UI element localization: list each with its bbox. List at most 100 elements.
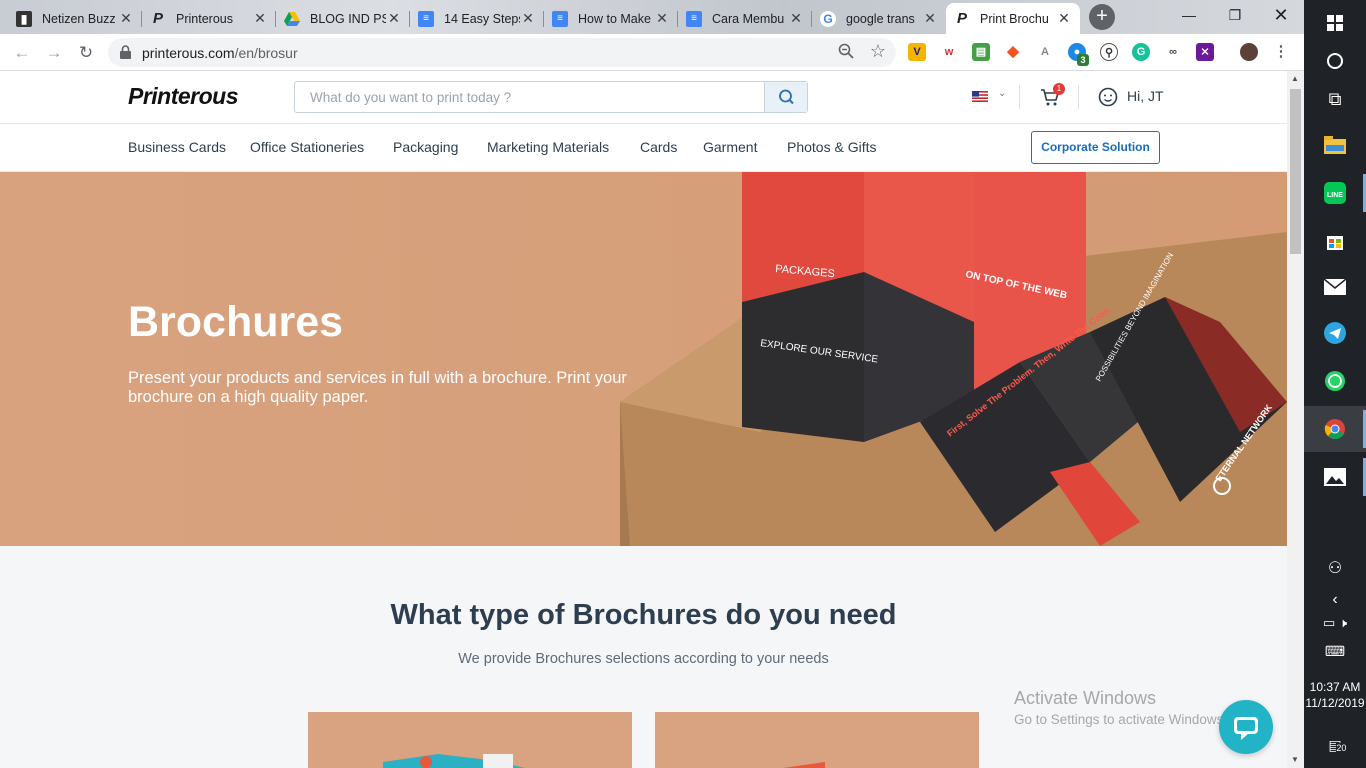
tab-title: google trans (846, 11, 915, 26)
close-tab-icon[interactable]: ✕ (922, 10, 938, 27)
nav-packaging[interactable]: Packaging (393, 139, 458, 155)
file-explorer-icon[interactable] (1304, 122, 1366, 168)
hero-title: Brochures (128, 298, 344, 346)
minimize-button[interactable]: — (1166, 0, 1212, 30)
zoom-icon[interactable] (838, 43, 854, 63)
tab-title: How to Make (578, 11, 651, 26)
tab-printerous[interactable]: P Printerous ✕ (142, 3, 276, 34)
close-tab-icon[interactable]: ✕ (386, 10, 402, 27)
tab-blog-ind[interactable]: BLOG IND PS ✕ (276, 3, 410, 34)
nav-cards[interactable]: Cards (640, 139, 677, 155)
brochure-product-image: PACKAGES EXPLORE OUR SERVICE ON TOP OF T… (620, 172, 1287, 546)
tab-cara-membuat[interactable]: ≡ Cara Membu ✕ (678, 3, 812, 34)
extension-infinity-icon[interactable]: ∞ (1164, 43, 1182, 61)
reload-button[interactable]: ↻ (74, 41, 98, 65)
extension-orange-icon[interactable]: ◆ (1004, 43, 1022, 61)
netizen-icon: ▮ (16, 10, 32, 27)
nav-business-cards[interactable]: Business Cards (128, 139, 226, 155)
back-button[interactable]: ← (10, 41, 34, 65)
new-tab-button[interactable]: + (1089, 4, 1115, 30)
close-tab-icon[interactable]: ✕ (1056, 10, 1072, 27)
chrome-icon[interactable] (1304, 406, 1366, 452)
us-flag-icon[interactable] (972, 91, 988, 102)
brochure-type-card[interactable] (308, 712, 632, 768)
forward-button[interactable]: → (42, 41, 66, 65)
nav-marketing-materials[interactable]: Marketing Materials (487, 139, 609, 155)
tab-title: Cara Membu (712, 11, 785, 26)
notifications-icon[interactable]: ▤ 20 (1304, 722, 1366, 768)
tab-title: 14 Easy Steps (444, 11, 520, 26)
tab-14-easy-steps[interactable]: ≡ 14 Easy Steps ✕ (410, 3, 544, 34)
corporate-solution-button[interactable]: Corporate Solution (1031, 131, 1160, 164)
tab-google-translate[interactable]: G google trans ✕ (812, 3, 946, 34)
close-tab-icon[interactable]: ✕ (520, 10, 536, 27)
close-tab-icon[interactable]: ✕ (788, 10, 804, 27)
taskbar-clock[interactable]: 10:37 AM 11/12/2019 (1304, 679, 1366, 711)
mail-icon[interactable] (1304, 264, 1366, 310)
browser-toolbar: ← → ↻ printerous.com/en/brosur ☆ V w ▤ ◆… (0, 34, 1304, 71)
grammarly-icon[interactable]: G (1132, 43, 1150, 61)
close-tab-icon[interactable]: ✕ (654, 10, 670, 27)
close-tab-icon[interactable]: ✕ (118, 10, 134, 27)
tab-netizen-buzz[interactable]: ▮ Netizen Buzz ✕ (8, 3, 142, 34)
brochure-types-section: What type of Brochures do you need We pr… (0, 546, 1287, 768)
search-box (294, 81, 808, 113)
extension-w-icon[interactable]: w (940, 43, 958, 61)
user-greeting[interactable]: Hi, JT (1127, 88, 1164, 104)
extension-sheets-icon[interactable]: ▤ (972, 43, 990, 61)
whatsapp-icon[interactable] (1304, 358, 1366, 404)
page-scrollbar[interactable]: ▲ ▼ (1287, 71, 1304, 768)
maximize-button[interactable]: ❐ (1212, 0, 1258, 30)
cart-count-badge: 1 (1053, 83, 1065, 95)
nav-photos-gifts[interactable]: Photos & Gifts (787, 139, 876, 155)
chat-button[interactable] (1219, 700, 1273, 754)
extension-purple-icon[interactable]: ⨯ (1196, 43, 1214, 61)
site-header: Printerous ⌄ 1 Hi, JT (0, 71, 1287, 124)
line-app-icon[interactable]: LINE (1304, 170, 1366, 216)
tab-print-brochure[interactable]: P Print Brochu ✕ (946, 3, 1080, 34)
bookmark-star-icon[interactable]: ☆ (870, 41, 886, 62)
brochure-type-card[interactable] (655, 712, 979, 768)
brochure-card-image (783, 762, 825, 768)
activate-windows-watermark: Activate Windows Go to Settings to activ… (1014, 688, 1227, 727)
nav-garment[interactable]: Garment (703, 139, 757, 155)
browser-tab-strip: ▮ Netizen Buzz ✕ P Printerous ✕ BLOG IND… (0, 0, 1304, 34)
close-window-button[interactable]: ✕ (1258, 0, 1304, 30)
keyboard-icon[interactable]: ⌨ (1304, 628, 1366, 674)
nav-office-stationeries[interactable]: Office Stationeries (250, 139, 364, 155)
close-tab-icon[interactable]: ✕ (252, 10, 268, 27)
scroll-up-icon[interactable]: ▲ (1291, 74, 1299, 83)
lock-icon (120, 45, 131, 59)
scrollbar-thumb[interactable] (1290, 89, 1301, 254)
brochure-card-image (383, 754, 526, 768)
scroll-down-icon[interactable]: ▼ (1291, 755, 1299, 764)
user-icon[interactable] (1098, 87, 1118, 107)
microsoft-store-icon[interactable] (1304, 218, 1366, 264)
chevron-down-icon[interactable]: ⌄ (998, 88, 1006, 99)
extension-search-icon[interactable]: ⚲ (1100, 43, 1118, 61)
search-button[interactable] (764, 82, 807, 112)
section-subtitle: We provide Brochures selections accordin… (458, 651, 829, 667)
printerous-logo[interactable]: Printerous (128, 83, 239, 110)
search-input[interactable] (295, 82, 765, 112)
google-icon: G (820, 10, 836, 27)
address-bar[interactable]: printerous.com/en/brosur ☆ (108, 38, 896, 67)
photos-icon[interactable] (1304, 454, 1366, 500)
browser-menu-icon[interactable]: ⋮ (1272, 43, 1290, 61)
divider (1078, 85, 1079, 109)
extension-a-icon[interactable]: A (1036, 43, 1054, 61)
task-view-icon[interactable]: ⧉ (1304, 76, 1366, 122)
section-title: What type of Brochures do you need (390, 599, 897, 631)
profile-avatar[interactable] (1240, 43, 1258, 61)
hero-description: Present your products and services in fu… (128, 369, 627, 406)
url-host: printerous.com (142, 45, 235, 61)
url-text: printerous.com/en/brosur (142, 45, 298, 61)
clock-time: 10:37 AM (1309, 680, 1361, 694)
search-icon (779, 89, 794, 105)
tab-how-to-make[interactable]: ≡ How to Make ✕ (544, 3, 678, 34)
extension-v-icon[interactable]: V (908, 43, 926, 61)
activate-windows-title: Activate Windows (1014, 688, 1157, 708)
printerous-icon: P (956, 10, 967, 27)
telegram-icon[interactable] (1304, 310, 1366, 356)
tab-title: BLOG IND PS (310, 11, 386, 26)
